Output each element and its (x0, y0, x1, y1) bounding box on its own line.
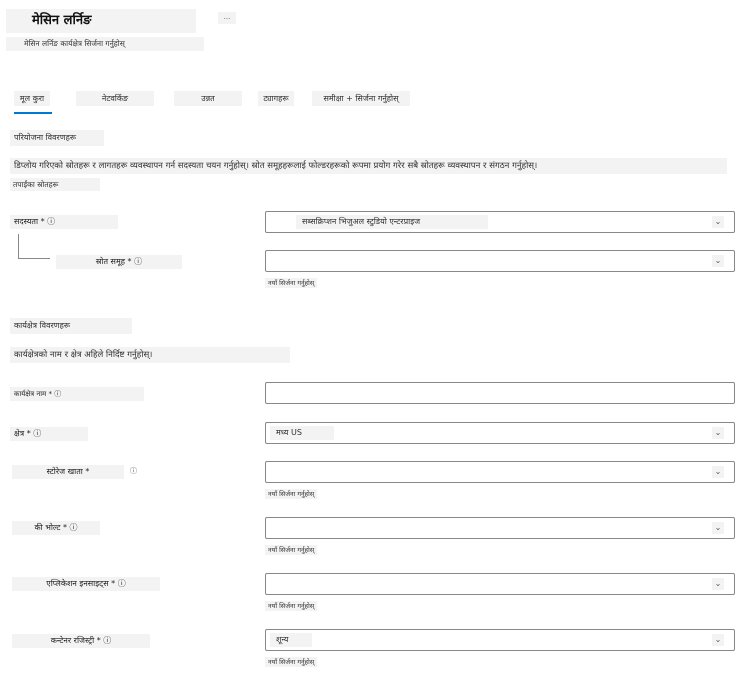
application-insights-create-new-link[interactable]: नयाँ सिर्जना गर्नुहोस् (265, 601, 318, 611)
workspace-details-heading: कार्यक्षेत्र विवरणहरू (10, 318, 132, 334)
subscription-label: सदस्यता * ⓘ (10, 215, 118, 229)
resource-group-dropdown[interactable]: ⌄ (265, 250, 735, 272)
container-registry-value: शून्य (270, 633, 312, 647)
storage-account-label: स्टोरेज खाता * (12, 465, 124, 479)
chevron-down-icon: ⌄ (712, 255, 724, 267)
subscription-dropdown[interactable]: सब्सक्रिप्शन भिजुअल स्टुडियो एन्टरप्राइज… (265, 211, 735, 233)
container-registry-create-new-link[interactable]: नयाँ सिर्जना गर्नुहोस् (265, 657, 318, 667)
subscription-value: सब्सक्रिप्शन भिजुअल स्टुडियो एन्टरप्राइज (296, 215, 488, 229)
key-vault-label: की भोल्ट * ⓘ (12, 521, 100, 535)
tab-advanced[interactable]: उन्नत (174, 91, 242, 106)
key-vault-dropdown[interactable]: ⌄ (265, 517, 735, 539)
storage-account-dropdown[interactable]: ⌄ (265, 461, 735, 483)
chevron-down-icon: ⌄ (712, 522, 724, 534)
storage-account-create-new-link[interactable]: नयाँ सिर्जना गर्नुहोस् (265, 489, 318, 499)
chevron-down-icon: ⌄ (712, 427, 724, 439)
region-label: क्षेत्र * ⓘ (10, 427, 88, 441)
project-description: डिप्लोय गरिएको स्रोतहरू र लागतहरू व्यवस्… (10, 158, 727, 174)
application-insights-dropdown[interactable]: ⌄ (265, 573, 735, 595)
resource-group-create-new-link[interactable]: नयाँ सिर्जना गर्नुहोस् (265, 278, 318, 288)
workspace-name-input[interactable] (265, 382, 735, 404)
region-dropdown[interactable]: मध्य US ⌄ (265, 422, 735, 444)
chevron-down-icon: ⌄ (712, 634, 724, 646)
page-subtitle: मेसिन लर्निङ कार्यक्षेत्र सिर्जना गर्नुह… (6, 37, 204, 51)
page-title: मेसिन लर्निङ (6, 9, 196, 33)
key-vault-create-new-link[interactable]: नयाँ सिर्जना गर्नुहोस् (265, 545, 318, 555)
container-registry-dropdown[interactable]: शून्य ⌄ (265, 629, 735, 651)
region-value: मध्य US (270, 426, 334, 440)
workspace-name-label: कार्यक्षेत्र नाम * ⓘ (10, 387, 144, 401)
tree-connector-vertical (18, 234, 19, 258)
project-details-heading: परियोजना विवरणहरू (10, 130, 104, 146)
resource-group-label: स्रोत समूह * ⓘ (56, 255, 182, 269)
workspace-description: कार्यक्षेत्रको नाम र क्षेत्र अहिले निर्द… (10, 347, 290, 363)
application-insights-label: एप्लिकेशन इनसाइट्स * ⓘ (12, 577, 160, 591)
more-options-button[interactable]: ... (218, 12, 236, 24)
tab-basics[interactable]: मूल कुरा (14, 91, 50, 106)
chevron-down-icon: ⌄ (712, 466, 724, 478)
tab-networking[interactable]: नेटवर्किङ (76, 91, 154, 106)
project-description-extra: तपाईंका स्रोतहरू (10, 178, 100, 191)
tab-tags[interactable]: ट्यागहरू (258, 91, 294, 106)
tab-review-create[interactable]: समीक्षा + सिर्जना गर्नुहोस् (312, 91, 410, 106)
chevron-down-icon: ⌄ (712, 578, 724, 590)
tree-connector-horizontal (18, 258, 50, 259)
info-icon[interactable]: ⓘ (130, 466, 137, 476)
chevron-down-icon: ⌄ (712, 216, 724, 228)
container-registry-label: कन्टेनर रजिस्ट्री * ⓘ (12, 634, 150, 648)
selected-tab-indicator (14, 112, 52, 114)
